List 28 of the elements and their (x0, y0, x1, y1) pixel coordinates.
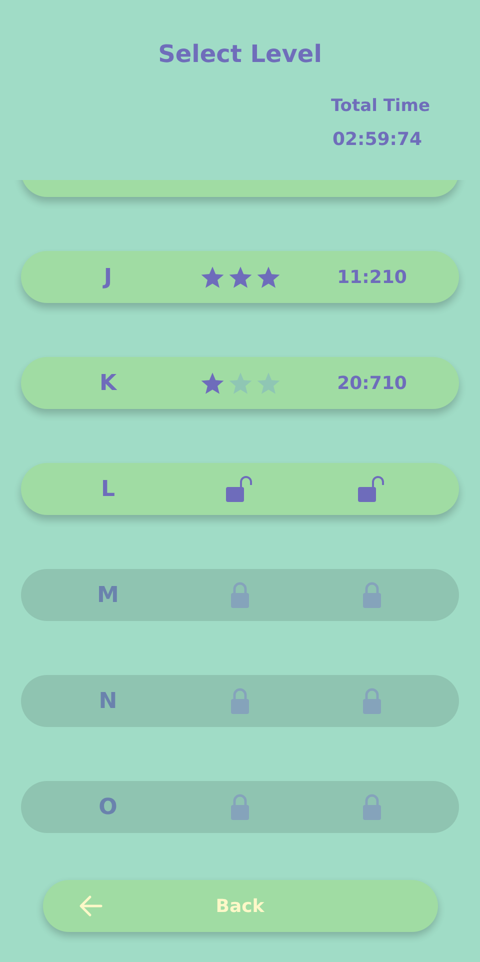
best-time: 11:210 (337, 266, 407, 290)
level-row[interactable]: K 20:710 (21, 357, 459, 409)
open-padlock-icon (357, 475, 387, 503)
level-letter: K (99, 370, 117, 398)
level-letter: J (104, 264, 112, 292)
level-row[interactable]: J 11:210 (21, 251, 459, 303)
level-row[interactable]: L (21, 463, 459, 515)
padlock-icon (230, 581, 250, 609)
padlock-icon (362, 793, 382, 821)
level-letter: M (97, 582, 119, 610)
total-time-label: Total Time (330, 95, 430, 118)
filled-star-icon (200, 370, 224, 396)
total-time-value: 02:59:74 (332, 128, 422, 152)
padlock-icon (362, 581, 382, 609)
best-time: 20:710 (337, 372, 407, 396)
back-button[interactable]: Back (42, 880, 438, 932)
padlock-icon (230, 793, 250, 821)
padlock-icon (362, 687, 382, 715)
filled-star-icon (256, 264, 280, 290)
filled-star-icon (228, 264, 252, 290)
filled-star-icon (200, 264, 224, 290)
open-padlock-icon (225, 475, 255, 503)
level-letter: N (98, 688, 118, 716)
screen-title: Select Level (157, 39, 323, 70)
level-letter: O (98, 794, 118, 822)
back-arrow-icon (78, 895, 102, 917)
padlock-icon (230, 687, 250, 715)
level-letter: L (100, 476, 116, 504)
